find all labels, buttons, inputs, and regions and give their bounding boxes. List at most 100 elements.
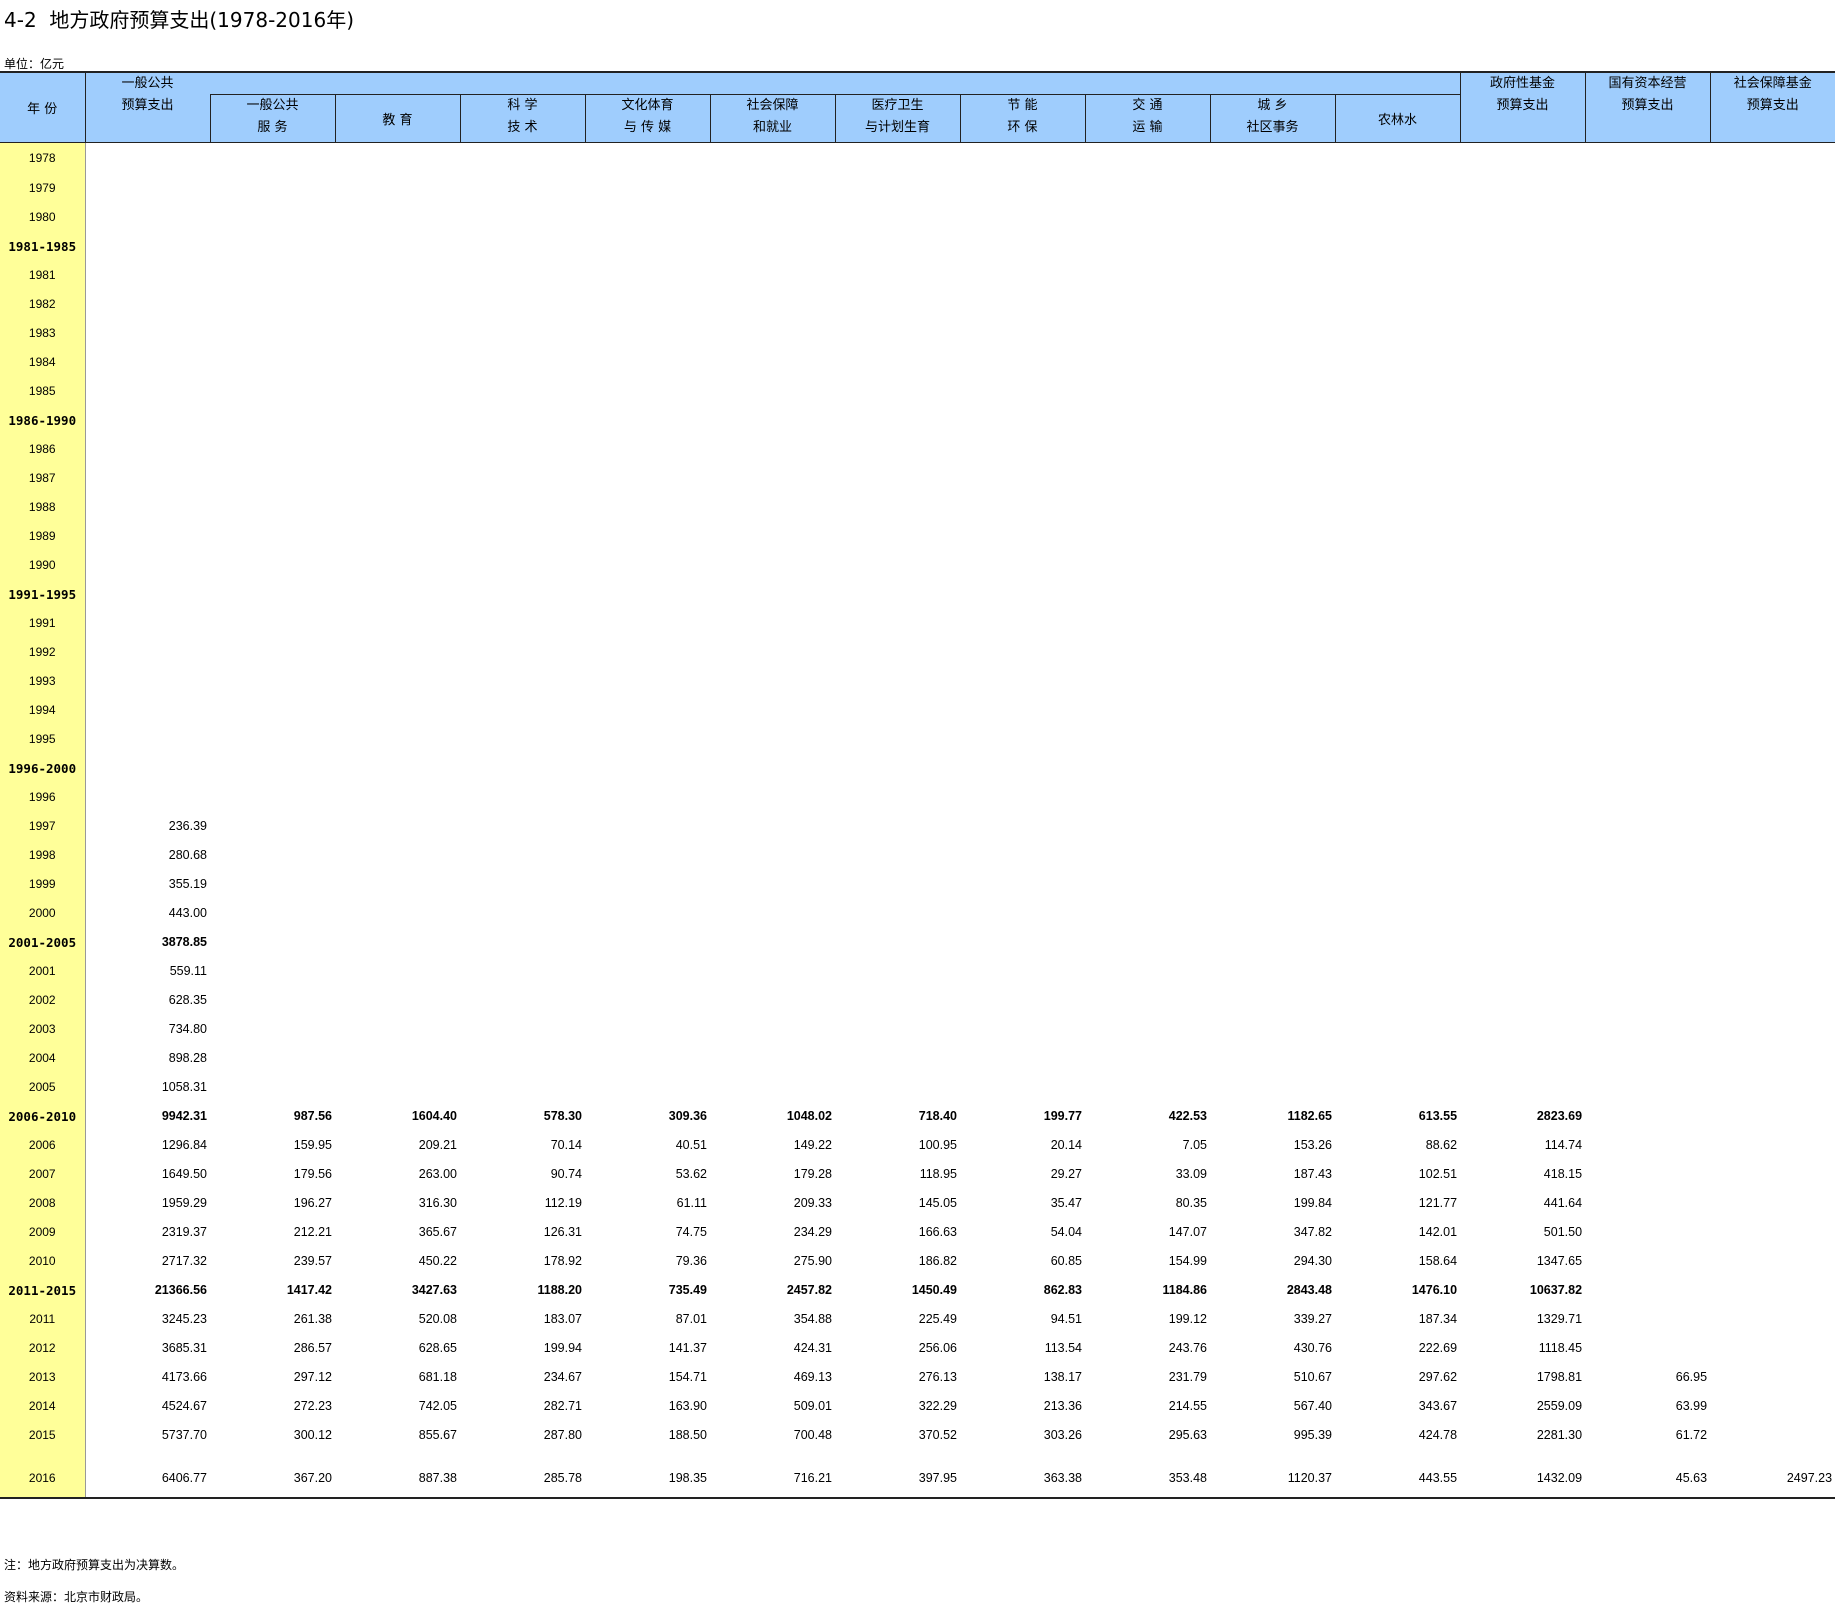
value-cell: [710, 609, 835, 638]
year-cell: 2001: [0, 956, 86, 986]
value-cell: [710, 232, 835, 261]
value-cell: [210, 551, 335, 580]
value-cell: [710, 142, 835, 174]
value-cell: [960, 667, 1085, 696]
value-cell: 183.07: [543, 1312, 582, 1326]
value-cell: [960, 841, 1085, 870]
value-cell: [1460, 812, 1585, 841]
year-cell: 1985: [0, 376, 86, 406]
value-cell: [1210, 174, 1335, 203]
value-cell: [1085, 696, 1210, 725]
value-cell: [335, 435, 460, 464]
value-cell: [710, 435, 835, 464]
value-cell: [1210, 1015, 1335, 1044]
value-cell: [585, 841, 710, 870]
value-cell: [1085, 667, 1210, 696]
year-cell: 1991-1995: [0, 579, 86, 609]
value-cell: [335, 493, 460, 522]
value-cell: [960, 754, 1085, 783]
value-cell: [1085, 928, 1210, 957]
value-cell: 1649.50: [161, 1167, 207, 1181]
value-cell: [1460, 754, 1585, 783]
value-cell: [1710, 319, 1835, 348]
value-cell: [1335, 1450, 1460, 1460]
value-cell: [335, 696, 460, 725]
value-cell: [960, 348, 1085, 377]
value-cell: [960, 435, 1085, 464]
value-cell: [960, 203, 1085, 232]
value-cell: [85, 290, 210, 319]
value-cell: [85, 638, 210, 667]
value-cell: [460, 725, 585, 754]
table-body: 1978 1979 1980 1981-1985 1981 1982 1983 1984 198…: [0, 142, 1835, 1499]
value-cell: [210, 1015, 335, 1044]
value-cell: [585, 261, 710, 290]
value-cell: 501.50: [1543, 1225, 1583, 1239]
value-cell: [1210, 406, 1335, 435]
value-cell: [335, 290, 460, 319]
value-cell: 1798.81: [1536, 1370, 1583, 1384]
header-culture: 文化体育与 传 媒: [584, 94, 710, 143]
value-cell: 2457.82: [786, 1283, 832, 1297]
table-row: 1994: [0, 695, 1835, 725]
value-cell: 188.50: [668, 1428, 707, 1442]
value-cell: [835, 232, 960, 261]
value-cell: [85, 522, 210, 551]
year-cell: 1980: [0, 202, 86, 232]
value-cell: [835, 1044, 960, 1073]
value-cell: [960, 696, 1085, 725]
value-cell: [1210, 870, 1335, 899]
value-cell: [1710, 290, 1835, 319]
value-cell: [1210, 232, 1335, 261]
value-cell: [1085, 1450, 1210, 1460]
header-health: 医疗卫生 与计划生育: [834, 94, 960, 143]
value-cell: [835, 783, 960, 812]
value-cell: [1335, 377, 1460, 406]
value-cell: [1585, 667, 1710, 696]
value-cell: [1085, 986, 1210, 1015]
value-cell: [1460, 464, 1585, 493]
value-cell: [1085, 174, 1210, 203]
value-cell: 3685.31: [161, 1341, 207, 1355]
value-cell: [210, 899, 335, 928]
table-row: 1999 355.19: [0, 869, 1835, 899]
value-cell: [1585, 261, 1710, 290]
value-cell: 2497.23: [1710, 1459, 1835, 1499]
value-cell: [1460, 1015, 1585, 1044]
year-cell: 1996: [0, 782, 86, 812]
value-cell: 199.94: [543, 1341, 582, 1355]
value-cell: [1710, 841, 1835, 870]
value-cell: [335, 754, 460, 783]
value-cell: [710, 812, 835, 841]
value-cell: 35.47: [1050, 1196, 1082, 1210]
value-cell: [1585, 1102, 1710, 1131]
value-cell: [960, 986, 1085, 1015]
value-cell: [1460, 783, 1585, 812]
value-cell: 1604.40: [411, 1109, 457, 1123]
table-row: 1986: [0, 434, 1835, 464]
value-cell: [210, 406, 335, 435]
value-cell: 60.85: [1050, 1254, 1082, 1268]
value-cell: [960, 957, 1085, 986]
value-cell: [1460, 638, 1585, 667]
value-cell: [85, 667, 210, 696]
value-cell: [1585, 1015, 1710, 1044]
value-cell: [1585, 754, 1710, 783]
value-cell: [1585, 174, 1710, 203]
value-cell: [1335, 1015, 1460, 1044]
value-cell: [1210, 754, 1335, 783]
value-cell: 316.30: [418, 1196, 457, 1210]
value-cell: [1585, 406, 1710, 435]
header-general-services: 一般公共服 务: [209, 94, 335, 143]
value-cell: 141.37: [668, 1341, 707, 1355]
value-cell: [585, 493, 710, 522]
value-cell: [335, 1015, 460, 1044]
value-cell: [1210, 957, 1335, 986]
value-cell: [710, 1450, 835, 1460]
table-row: 1983: [0, 318, 1835, 348]
value-cell: [1585, 1305, 1710, 1334]
value-cell: [1085, 261, 1210, 290]
table-row: 2001 559.11: [0, 956, 1835, 986]
value-cell: [210, 580, 335, 609]
value-cell: [1710, 812, 1835, 841]
